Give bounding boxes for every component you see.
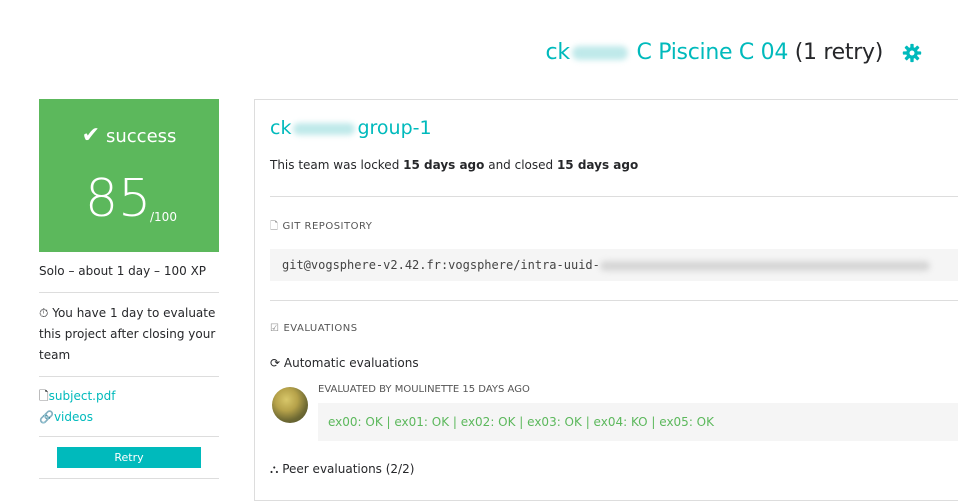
gear-icon[interactable] [902, 43, 922, 63]
evaluated-by: EVALUATED BY MOULINETTE 15 DAYS AGO [318, 384, 530, 395]
project-sidebar: ✔ success 85 /100 Solo – about 1 day – 10… [39, 99, 219, 479]
project-meta: Solo – about 1 day – 100 XP [39, 264, 219, 293]
team-name-prefix: ck [270, 117, 292, 139]
repo-icon: 🗋 [270, 221, 279, 232]
checklist-icon: ☑ [270, 323, 280, 334]
sitemap-icon: ⛬ [270, 462, 279, 476]
score-max: /100 [150, 210, 177, 224]
stopwatch-icon: ⏱ [39, 306, 49, 320]
team-name[interactable]: ck group-1 [270, 117, 432, 139]
resource-links: 🗋subject.pdf 🔗videos [39, 377, 219, 437]
score-box: ✔ success 85 /100 [39, 99, 219, 252]
automatic-evaluations-heading: ⟳ Automatic evaluations [270, 356, 419, 370]
automatic-evaluations-title: Automatic evaluations [283, 356, 419, 370]
locked-text: This team was locked [270, 158, 404, 172]
git-repo-title: GIT REPOSITORY [282, 221, 373, 232]
team-status: This team was locked 15 days ago and clo… [270, 158, 638, 172]
notice-text: You have 1 day to evaluate this project … [39, 306, 216, 362]
score-status: ✔ success [39, 123, 219, 148]
check-icon: ✔ [81, 123, 100, 148]
videos-link-row: 🔗videos [39, 407, 219, 428]
user-login[interactable]: ck [546, 40, 571, 65]
evaluation-notice: ⏱ You have 1 day to evaluate this projec… [39, 293, 219, 377]
divider [39, 478, 219, 479]
refresh-icon: ⟳ [270, 356, 281, 370]
evaluation-result: ex00: OK | ex01: OK | ex02: OK | ex03: O… [318, 403, 958, 441]
redacted-uuid [599, 260, 930, 271]
redacted-login [571, 46, 628, 60]
retry-count: (1 retry) [794, 40, 884, 65]
retry-button[interactable]: Retry [57, 447, 201, 468]
status-label: success [106, 126, 177, 147]
redacted-login [293, 122, 356, 135]
subject-pdf-link[interactable]: subject.pdf [49, 389, 116, 403]
evaluations-heading: ☑ EVALUATIONS [270, 323, 358, 334]
link-icon: 🔗 [39, 410, 54, 424]
locked-time: 15 days ago [403, 158, 485, 172]
evaluations-title: EVALUATIONS [283, 323, 358, 334]
videos-link[interactable]: videos [54, 410, 93, 424]
peer-evaluations-heading: ⛬ Peer evaluations (2/2) [270, 462, 414, 477]
moulinette-avatar[interactable] [272, 387, 308, 423]
repo-url-text: git@vogsphere-v2.42.fr:vogsphere/intra-u… [282, 258, 600, 272]
peer-evaluations-title: Peer evaluations (2/2) [282, 462, 415, 476]
closed-text: and closed [484, 158, 557, 172]
git-repo-url[interactable]: git@vogsphere-v2.42.fr:vogsphere/intra-u… [270, 249, 958, 281]
divider [270, 300, 958, 301]
divider [270, 196, 958, 197]
closed-time: 15 days ago [556, 158, 639, 172]
subject-link-row: 🗋subject.pdf [39, 386, 219, 407]
project-title: ck C Piscine C 04 (1 retry) [546, 40, 884, 65]
project-name[interactable]: C Piscine C 04 [637, 40, 789, 65]
score-value: 85 [85, 169, 152, 229]
team-name-suffix: group-1 [357, 117, 432, 139]
file-icon: 🗋 [39, 389, 49, 403]
git-repo-heading: 🗋 GIT REPOSITORY [270, 219, 372, 236]
team-panel: ck group-1 This team was locked 15 days a… [254, 99, 958, 501]
